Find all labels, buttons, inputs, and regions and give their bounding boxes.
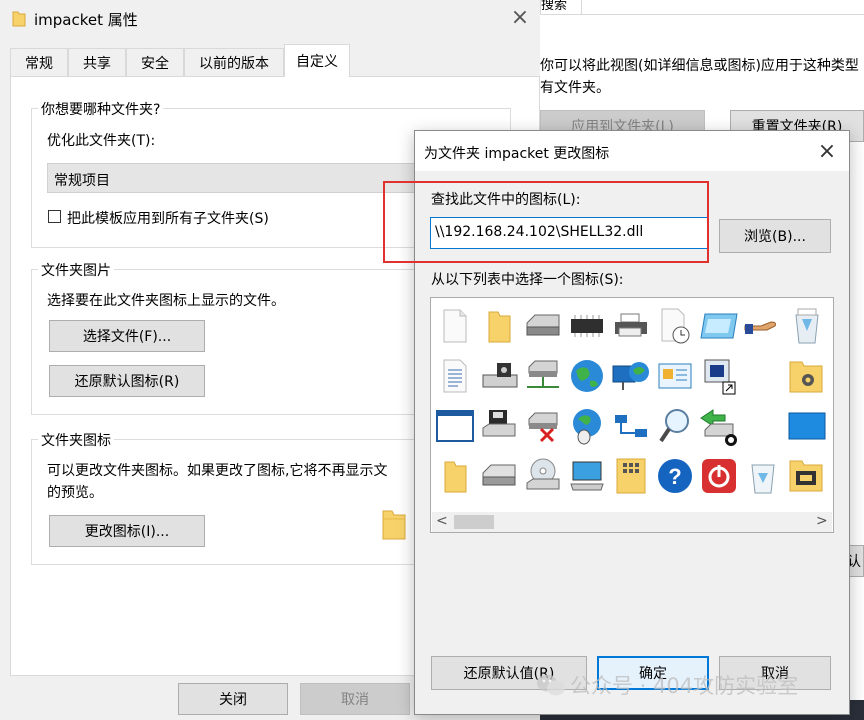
text-document-icon[interactable] (433, 354, 477, 398)
subfolders-checkbox[interactable] (48, 210, 61, 223)
tape-drive-icon[interactable] (477, 354, 521, 398)
title-folder-icon (12, 9, 26, 27)
network-drive-icon[interactable] (521, 354, 565, 398)
path-highlight-box (383, 181, 709, 263)
scroll-right-arrow[interactable]: > (816, 513, 828, 529)
folder-tools-icon[interactable] (785, 454, 829, 498)
scroll-left-arrow[interactable]: < (436, 513, 448, 529)
scroll-thumb[interactable] (454, 515, 494, 529)
bg-desc-line1: 你可以将此视图(如详细信息或图标)应用于这种类型 (540, 58, 859, 74)
tab-sharing[interactable]: 共享 (68, 48, 126, 76)
disconnected-drive-icon[interactable] (521, 404, 565, 448)
globe-mouse-icon[interactable] (565, 404, 609, 448)
window-title: impacket 属性 (34, 11, 138, 29)
folder-pictures-desc: 选择要在此文件夹图标上显示的文件。 (47, 293, 285, 309)
properties-cancel-button[interactable]: 取消 (300, 683, 410, 715)
restore-default-picture-button[interactable]: 还原默认图标(R) (49, 365, 205, 397)
clock-document-icon[interactable] (653, 304, 697, 348)
icon-list[interactable]: ? < > (430, 297, 834, 533)
tab-general[interactable]: 常规 (10, 48, 68, 76)
power-icon[interactable] (697, 454, 741, 498)
folder-icon[interactable] (477, 304, 521, 348)
properties-close-button[interactable]: 关闭 (178, 683, 288, 715)
cd-drive-icon[interactable] (521, 454, 565, 498)
recycle-bin-full-icon[interactable] (785, 304, 829, 348)
network-globe-icon[interactable] (609, 354, 653, 398)
window-frame-icon[interactable] (433, 404, 477, 448)
subfolders-checkbox-label: 把此模板应用到所有子文件夹(S) (67, 211, 269, 227)
chip-icon[interactable] (565, 304, 609, 348)
computer-icon[interactable] (565, 454, 609, 498)
icon-list-label: 从以下列表中选择一个图标(S): (431, 272, 624, 288)
drive-icon[interactable] (521, 304, 565, 348)
folder-type-legend: 你想要哪种文件夹? (38, 99, 164, 119)
recycle-bin-empty-icon[interactable] (741, 454, 785, 498)
bg-desc-line2: 有文件夹。 (540, 80, 610, 96)
folder-yellow-icon[interactable] (433, 454, 477, 498)
wechat-icon (537, 674, 565, 696)
svg-text:?: ? (668, 464, 681, 489)
magnifier-icon[interactable] (653, 404, 697, 448)
optimize-label: 优化此文件夹(T): (47, 133, 156, 149)
bg-tab-search[interactable]: 搜索 (540, 0, 582, 15)
tab-previous-versions[interactable]: 以前的版本 (184, 48, 284, 76)
watermark-text: 公众号 · 404攻防实验室 (570, 674, 799, 698)
network-icon[interactable] (609, 404, 653, 448)
control-panel-icon[interactable] (653, 354, 697, 398)
blank-document-icon[interactable] (433, 304, 477, 348)
watermark: 公众号 · 404攻防实验室 (536, 670, 798, 700)
choose-file-button[interactable]: 选择文件(F)... (49, 320, 205, 352)
hard-drive-icon[interactable] (477, 454, 521, 498)
folder-gear-icon[interactable] (785, 354, 829, 398)
icon-list-scrollbar[interactable]: < > (432, 512, 832, 532)
change-icon-button[interactable]: 更改图标(I)... (49, 515, 205, 547)
printer-icon[interactable] (609, 304, 653, 348)
bg-tab-strip (581, 14, 864, 15)
help-icon[interactable]: ? (653, 454, 697, 498)
window-close-button[interactable]: × (508, 5, 532, 30)
folder-icon-desc-1: 可以更改文件夹图标。如果更改了图标,它将不再显示文 (47, 463, 388, 479)
hand-share-icon[interactable] (741, 304, 785, 348)
folder-icon-desc-2: 的预览。 (47, 485, 103, 501)
dialog-title: 为文件夹 impacket 更改图标 (424, 146, 610, 162)
dialog-close-button[interactable]: × (815, 139, 839, 164)
folder-preview-icon (381, 507, 407, 541)
folder-icon-legend: 文件夹图标 (38, 430, 114, 450)
blue-screen-icon[interactable] (785, 404, 829, 448)
tab-security[interactable]: 安全 (126, 48, 184, 76)
film-shortcut-icon[interactable] (697, 354, 741, 398)
change-icon-dialog: 为文件夹 impacket 更改图标 × 查找此文件中的图标(L): \\192… (383, 130, 850, 715)
window-app-icon[interactable] (697, 304, 741, 348)
drive-arrow-icon[interactable] (697, 404, 741, 448)
browse-button[interactable]: 浏览(B)... (719, 219, 831, 253)
globe-icon[interactable] (565, 354, 609, 398)
folder-pictures-legend: 文件夹图片 (38, 260, 114, 280)
grid-folder-icon[interactable] (609, 454, 653, 498)
optimize-select-value: 常规项目 (54, 173, 110, 189)
floppy-drive-icon[interactable] (477, 404, 521, 448)
tab-customize[interactable]: 自定义 (284, 44, 350, 77)
